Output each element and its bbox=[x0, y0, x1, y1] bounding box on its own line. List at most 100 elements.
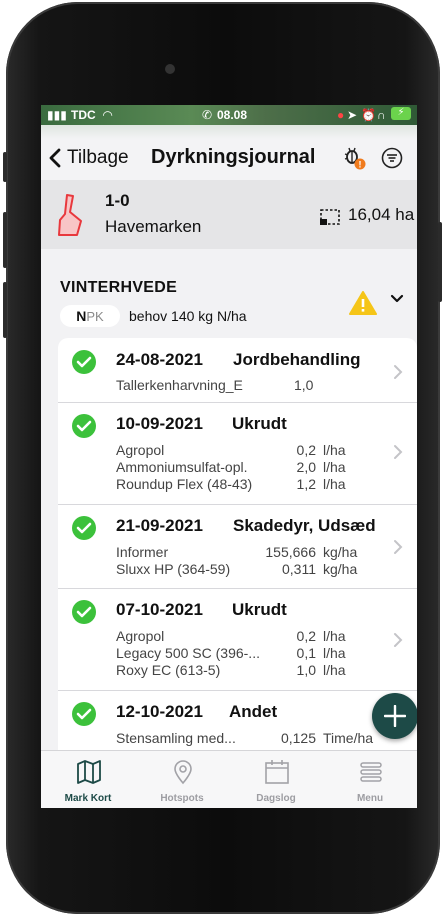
field-area: 16,04 ha bbox=[348, 205, 415, 224]
location-arrow-icon: ➤ bbox=[347, 108, 358, 122]
npk-pk-label: PK bbox=[86, 309, 104, 324]
alarm-icon: ⏰ bbox=[361, 108, 376, 122]
entry-category: Andet bbox=[229, 702, 278, 721]
back-button[interactable]: Tilbage bbox=[49, 147, 129, 169]
entry-unit: l/ha bbox=[323, 645, 346, 661]
entry-category: Jordbehandling bbox=[233, 350, 361, 369]
journal-entry[interactable]: 24-08-2021 Jordbehandling Tallerkenharvn… bbox=[58, 338, 417, 403]
bottom-tab-bar: Mark Kort Hotspots Dagslog Menu bbox=[41, 750, 417, 808]
entry-category: Ukrudt bbox=[232, 600, 287, 619]
pest-alert-icon[interactable]: ! bbox=[341, 145, 367, 171]
tab-mark-kort[interactable]: Mark Kort bbox=[41, 751, 135, 808]
tab-label: Hotspots bbox=[160, 793, 204, 804]
entry-date: 12-10-2021 bbox=[116, 702, 203, 721]
entry-amount: 2,0 bbox=[296, 459, 316, 475]
entry-amount: 0,1 bbox=[296, 645, 316, 661]
entry-amount: 0,2 bbox=[296, 628, 316, 644]
add-entry-button[interactable] bbox=[372, 693, 417, 739]
signal-icon: ▮▮▮ bbox=[47, 108, 67, 122]
back-label: Tilbage bbox=[67, 147, 129, 168]
volume-down-button bbox=[3, 282, 7, 338]
entry-product: Agropol bbox=[116, 442, 165, 458]
entry-unit: kg/ha bbox=[323, 544, 358, 560]
entry-category: Ukrudt bbox=[232, 414, 287, 433]
journal-entry[interactable]: 21-09-2021 Skadedyr, Udsæd Informer 155,… bbox=[58, 504, 417, 589]
chevron-right-icon bbox=[394, 445, 403, 459]
entry-product: Sluxx HP (364-59) bbox=[116, 561, 231, 577]
status-bar: ▮▮▮ TDC ◠ ✆ 08.08 ● ➤ ⏰ ∩ ⚡ bbox=[41, 105, 417, 125]
carrier-label: TDC bbox=[71, 108, 96, 122]
app-screen: ▮▮▮ TDC ◠ ✆ 08.08 ● ➤ ⏰ ∩ ⚡ Tilbage Dyrk… bbox=[41, 105, 417, 808]
entry-unit: l/ha bbox=[323, 442, 346, 458]
field-summary[interactable]: 1-0 Havemarken 16,04 ha bbox=[41, 180, 417, 249]
tab-dagslog[interactable]: Dagslog bbox=[229, 751, 323, 808]
tab-label: Dagslog bbox=[256, 793, 296, 804]
completed-check-icon bbox=[72, 350, 96, 374]
journal-entry[interactable]: 10-09-2021 Ukrudt Agropol 0,2 l/ha Ammon… bbox=[58, 402, 417, 505]
tab-hotspots[interactable]: Hotspots bbox=[135, 751, 229, 808]
menu-icon bbox=[360, 762, 382, 782]
entry-amount: 1,2 bbox=[296, 476, 316, 492]
entry-product: Ammoniumsulfat-opl. bbox=[116, 459, 248, 475]
entry-date: 10-09-2021 bbox=[116, 414, 203, 433]
completed-check-icon bbox=[72, 702, 96, 726]
tab-label: Menu bbox=[356, 793, 384, 804]
entry-amount: 1,0 bbox=[294, 377, 314, 393]
front-camera bbox=[165, 64, 175, 74]
entry-category: Skadedyr, Udsæd bbox=[233, 516, 376, 535]
chevron-right-icon bbox=[394, 365, 403, 379]
phone-frame: ▮▮▮ TDC ◠ ✆ 08.08 ● ➤ ⏰ ∩ ⚡ Tilbage Dyrk… bbox=[3, 2, 442, 914]
wifi-icon: ◠ bbox=[103, 108, 113, 122]
warning-icon[interactable] bbox=[349, 290, 377, 316]
plus-icon bbox=[383, 704, 407, 728]
crop-title: VINTERHVEDE bbox=[60, 279, 178, 296]
entry-amount: 0,2 bbox=[296, 442, 316, 458]
entry-product: Tallerkenharvning_E bbox=[116, 377, 243, 393]
volume-up-button bbox=[3, 212, 7, 268]
entry-amount: 0,311 bbox=[282, 561, 316, 577]
chevron-down-icon[interactable] bbox=[389, 293, 405, 305]
entry-product: Roxy EC (613-5) bbox=[116, 662, 221, 678]
svg-text:!: ! bbox=[359, 160, 362, 170]
entry-date: 07-10-2021 bbox=[116, 600, 203, 619]
map-icon bbox=[77, 760, 101, 784]
tab-label: Mark Kort bbox=[64, 793, 112, 804]
chevron-left-icon bbox=[49, 148, 61, 168]
entry-unit: kg/ha bbox=[323, 561, 358, 577]
journal-list: 24-08-2021 Jordbehandling Tallerkenharvn… bbox=[58, 338, 417, 778]
tab-menu[interactable]: Menu bbox=[323, 751, 417, 808]
nitrogen-requirement: behov 140 kg N/ha bbox=[129, 308, 247, 324]
chevron-right-icon bbox=[394, 540, 403, 554]
entry-unit: l/ha bbox=[323, 459, 346, 475]
entry-product: Agropol bbox=[116, 628, 165, 644]
field-code: 1-0 bbox=[105, 191, 130, 210]
calendar-icon bbox=[265, 760, 289, 784]
battery-icon: ⚡ bbox=[391, 107, 411, 120]
entry-unit: Time/ha bbox=[323, 730, 374, 746]
completed-check-icon bbox=[72, 600, 96, 624]
entry-product: Informer bbox=[116, 544, 169, 560]
mute-switch bbox=[3, 152, 7, 182]
entry-product: Roundup Flex (48-43) bbox=[116, 476, 253, 492]
entry-product: Stensamling med... bbox=[116, 730, 236, 746]
location-pin-icon bbox=[174, 760, 192, 785]
journal-entry[interactable]: 07-10-2021 Ukrudt Agropol 0,2 l/ha Legac… bbox=[58, 588, 417, 691]
app-header: Tilbage Dyrkningsjournal ! bbox=[41, 125, 417, 180]
page-title: Dyrkningsjournal bbox=[151, 146, 316, 168]
entry-amount: 0,125 bbox=[280, 730, 316, 746]
completed-check-icon bbox=[72, 516, 96, 540]
entry-date: 24-08-2021 bbox=[116, 350, 203, 369]
entry-product: Legacy 500 SC (396-... bbox=[116, 645, 260, 661]
field-shape-icon bbox=[58, 194, 82, 236]
status-time: 08.08 bbox=[217, 108, 248, 122]
entry-amount: 1,0 bbox=[296, 662, 316, 678]
phone-icon: ✆ bbox=[202, 108, 213, 122]
field-name: Havemarken bbox=[105, 217, 202, 236]
completed-check-icon bbox=[72, 414, 96, 438]
entry-unit: l/ha bbox=[323, 628, 346, 644]
headphones-icon: ∩ bbox=[377, 108, 386, 122]
npk-n-label: N bbox=[76, 308, 87, 324]
entry-unit: l/ha bbox=[323, 662, 346, 678]
entry-amount: 155,666 bbox=[265, 544, 316, 560]
filter-icon[interactable] bbox=[381, 147, 403, 169]
